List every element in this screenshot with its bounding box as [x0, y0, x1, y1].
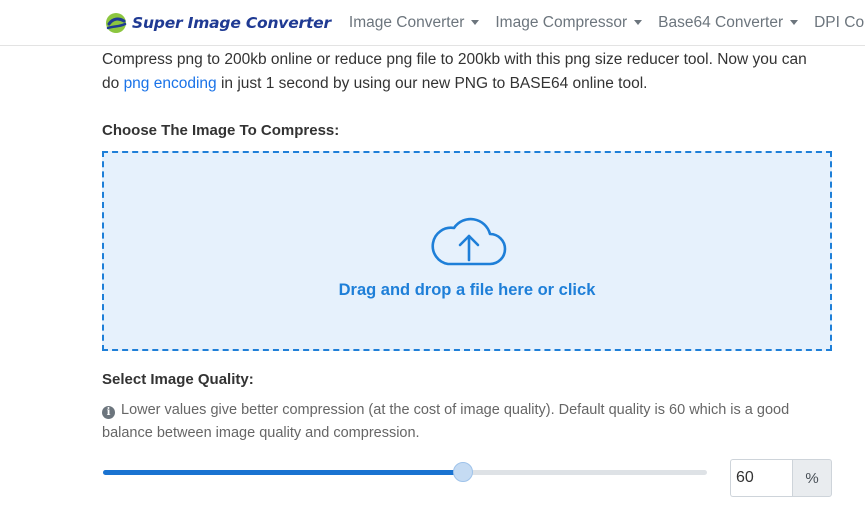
- cloud-upload-icon: [431, 217, 507, 266]
- quality-input-group: %: [730, 459, 832, 497]
- quality-hint: i Lower values give better compression (a…: [102, 399, 822, 445]
- brand-logo-icon: [106, 12, 127, 33]
- slider-fill: [103, 470, 463, 475]
- nav-item-base64-converter[interactable]: Base64 Converter: [658, 13, 799, 32]
- nav-menu: Image Converter Image Compressor Base64 …: [349, 14, 865, 32]
- nav-item-label: Base64 Converter: [658, 13, 784, 31]
- percent-unit: %: [792, 459, 832, 497]
- top-navbar: Super Image Converter Image Converter Im…: [0, 0, 865, 46]
- upload-label: Choose The Image To Compress:: [102, 122, 340, 139]
- quality-hint-text: Lower values give better compression (at…: [102, 402, 790, 441]
- brand-logo-link[interactable]: Super Image Converter: [104, 12, 331, 34]
- nav-item-label: Image Converter: [348, 13, 465, 31]
- quality-input[interactable]: [730, 459, 792, 497]
- caret-down-icon: [471, 20, 480, 25]
- info-icon: i: [102, 406, 115, 419]
- png-encoding-link[interactable]: png encoding: [124, 75, 217, 92]
- brand-name: Super Image Converter: [132, 13, 331, 32]
- caret-down-icon: [790, 20, 799, 25]
- slider-thumb[interactable]: [452, 462, 473, 482]
- nav-item-label: Image Compressor: [495, 13, 628, 31]
- dropzone-text: Drag and drop a file here or click: [338, 281, 596, 299]
- quality-slider[interactable]: [103, 461, 707, 485]
- quality-label: Select Image Quality:: [102, 371, 254, 388]
- intro-text-after: in just 1 second by using our new PNG to…: [216, 75, 648, 92]
- file-dropzone[interactable]: Drag and drop a file here or click: [102, 151, 832, 351]
- nav-item-dpi-converter[interactable]: DPI Co: [814, 14, 864, 32]
- intro-paragraph: Compress png to 200kb online or reduce p…: [102, 48, 822, 96]
- nav-item-label: DPI Co: [814, 13, 865, 31]
- caret-down-icon: [634, 20, 643, 25]
- nav-item-image-compressor[interactable]: Image Compressor: [495, 13, 643, 32]
- nav-item-image-converter[interactable]: Image Converter: [348, 13, 480, 32]
